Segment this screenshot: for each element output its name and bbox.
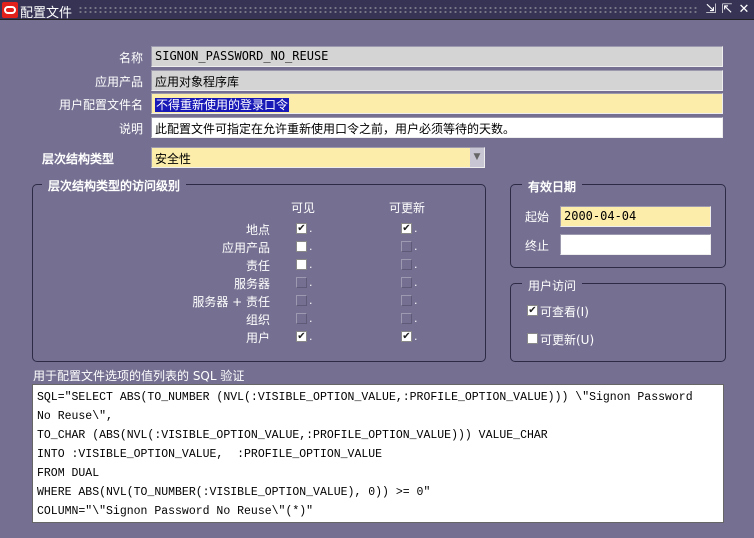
access-row-label: 应用产品 <box>221 241 270 255</box>
user-access-title: 用户访问 <box>522 277 583 294</box>
end-date-label: 终止 <box>525 239 550 253</box>
checkbox-marker: . <box>309 258 313 271</box>
checkbox-marker: . <box>309 294 313 307</box>
checkbox-marker: . <box>414 312 418 325</box>
can-view-checkbox[interactable]: ✔ <box>527 305 538 316</box>
access-level-title: 层次结构类型的访问级别 <box>42 177 187 194</box>
oracle-logo-icon <box>2 2 18 18</box>
checkbox-marker: . <box>414 222 418 235</box>
visible-checkbox <box>296 295 307 306</box>
application-label: 应用产品 <box>94 75 143 89</box>
end-date-field[interactable] <box>560 234 711 255</box>
checkbox-marker: . <box>309 276 313 289</box>
visible-checkbox[interactable]: ✔ <box>296 331 307 342</box>
access-row-label: 组织 <box>245 313 270 327</box>
access-row-label: 用户 <box>245 331 270 345</box>
description-label: 说明 <box>118 122 143 136</box>
update-column-header: 可更新 <box>389 201 426 215</box>
can-view-label[interactable]: 可查看(I) <box>540 303 589 320</box>
user-profile-name-label: 用户配置文件名 <box>58 98 143 112</box>
visible-checkbox[interactable] <box>296 259 307 270</box>
update-checkbox <box>401 241 412 252</box>
sql-validation-label: 用于配置文件选项的值列表的 SQL 验证 <box>33 369 245 383</box>
maximize-icon[interactable]: ⇱ <box>720 2 734 17</box>
update-checkbox <box>401 259 412 270</box>
window-title: 配置文件 <box>20 6 73 21</box>
checkbox-marker: . <box>414 240 418 253</box>
close-icon[interactable]: ✕ <box>737 2 751 17</box>
update-checkbox <box>401 313 412 324</box>
update-checkbox[interactable]: ✔ <box>401 331 412 342</box>
title-bar-grip <box>78 6 698 15</box>
hierarchy-type-select[interactable]: 安全性 ▼ <box>151 147 485 168</box>
user-profile-name-field[interactable]: 不得重新使用的登录口令 <box>151 93 723 114</box>
hierarchy-type-label: 层次结构类型 <box>42 152 115 166</box>
checkbox-marker: . <box>414 258 418 271</box>
sql-validation-textarea[interactable]: SQL="SELECT ABS(TO_NUMBER (NVL(:VISIBLE_… <box>32 384 724 523</box>
update-checkbox <box>401 277 412 288</box>
visible-checkbox[interactable] <box>296 241 307 252</box>
minimize-icon[interactable]: ⇲ <box>704 2 718 17</box>
title-bar[interactable]: 配置文件 ⇲ ⇱ ✕ <box>0 0 754 21</box>
checkbox-marker: . <box>414 276 418 289</box>
effective-dates-title: 有效日期 <box>522 178 583 195</box>
start-date-field[interactable]: 2000-04-04 <box>560 206 711 227</box>
name-field[interactable]: SIGNON_PASSWORD_NO_REUSE <box>151 46 723 67</box>
access-row-label: 地点 <box>245 223 270 237</box>
can-update-label[interactable]: 可更新(U) <box>540 331 594 348</box>
description-field[interactable]: 此配置文件可指定在允许重新使用口令之前，用户必须等待的天数。 <box>151 117 723 138</box>
update-checkbox[interactable]: ✔ <box>401 223 412 234</box>
checkbox-marker: . <box>309 240 313 253</box>
visible-checkbox[interactable]: ✔ <box>296 223 307 234</box>
checkbox-marker: . <box>309 330 313 343</box>
visible-checkbox <box>296 313 307 324</box>
name-label: 名称 <box>118 51 143 65</box>
access-row-label: 责任 <box>245 259 270 273</box>
update-checkbox <box>401 295 412 306</box>
can-update-checkbox[interactable] <box>527 333 538 344</box>
access-row-label: 服务器 + 责任 <box>192 295 270 309</box>
access-row-label: 服务器 <box>233 277 270 291</box>
checkbox-marker: . <box>414 330 418 343</box>
checkbox-marker: . <box>414 294 418 307</box>
start-date-label: 起始 <box>525 210 550 224</box>
visible-checkbox <box>296 277 307 288</box>
checkbox-marker: . <box>309 312 313 325</box>
user-access-group <box>510 283 726 362</box>
chevron-down-icon[interactable]: ▼ <box>470 148 484 167</box>
checkbox-marker: . <box>309 222 313 235</box>
selected-text: 不得重新使用的登录口令 <box>155 98 290 112</box>
application-field[interactable]: 应用对象程序库 <box>151 70 723 91</box>
visible-column-header: 可见 <box>291 201 316 215</box>
hierarchy-type-value: 安全性 <box>155 152 192 166</box>
